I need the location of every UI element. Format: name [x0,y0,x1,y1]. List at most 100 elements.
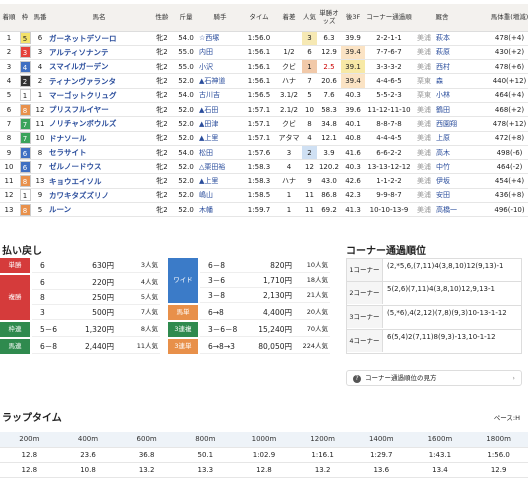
popularity: 11 [302,188,317,204]
win-odds: 43.0 [317,173,341,189]
horse-number: 7 [32,159,48,175]
horse-number: 5 [32,202,48,218]
corner-order: 4-4-4-5 [365,131,413,146]
rank: 6 [0,102,18,118]
payout-type-badge: 3連単 [168,339,198,354]
last-3f: 39.4 [341,73,365,89]
payout-combo: 3 [40,308,45,317]
trainer-link[interactable]: 小林 [436,91,450,99]
stable-area: 栗東 [413,73,435,89]
trainer-cell: 中竹 [435,159,471,175]
jockey-link[interactable]: ▲田津 [199,120,218,128]
jockey-link[interactable]: 木幡 [199,206,213,214]
trainer-link[interactable]: 森 [436,77,443,85]
trainer-link[interactable]: 萩原 [436,48,450,56]
carried-weight: 52.0 [174,159,198,175]
waku-badge: 4 [18,59,32,75]
corner-order: 7-7-6-7 [365,45,413,61]
trainer-cell: 西村 [435,59,471,75]
jockey-link[interactable]: ▲石田 [199,106,218,114]
margin: クビ [276,116,302,132]
horse-name-link[interactable]: ノリチャンボウルズ [49,119,116,128]
horse-name-link[interactable]: ゼルノードウス [49,162,102,171]
trainer-link[interactable]: 鶴田 [436,106,450,114]
popularity: 11 [302,202,317,218]
trainer-link[interactable]: 西村 [436,63,450,71]
corner-help-text: コーナー通過順位の見方 [365,374,437,382]
results-table: 着順 枠 馬番 馬名 性齢 斤量 騎手 タイム 着差 人気 単勝オッズ 後3F … [0,4,528,218]
header-corner: コーナー通過順 [365,4,413,32]
horse-name-link[interactable]: カワキタズズリノ [49,191,109,200]
body-weight: 464(+4) [471,88,528,103]
lap-split: 12.9 [469,462,528,478]
sex-age: 牝2 [150,173,174,189]
payout-type-badge: 馬単 [168,305,198,320]
trainer-link[interactable]: 高木 [436,149,450,157]
trainer-link[interactable]: 上原 [436,134,450,142]
corner-order: 9-9-8-7 [365,188,413,204]
horse-name-link[interactable]: ガーネットデソーロ [49,34,117,43]
horse-number: 4 [32,59,48,75]
lap-cumulative: 12.8 [0,447,59,463]
laps-split-row: 12.8 10.8 13.2 13.3 12.8 13.2 13.6 13.4 12.9 [0,462,528,478]
jockey-link[interactable]: ▲上里 [199,134,218,142]
waku-badge: 6 [18,159,32,175]
trainer-cell: 萩原 [435,45,471,61]
jockey-link[interactable]: ☆西塚 [199,34,219,42]
jockey-link[interactable]: 嶋山 [199,191,213,199]
horse-name-cell: ガーネットデソーロ [48,31,150,46]
waku-badge: 1 [18,188,32,204]
sex-age: 牝2 [150,188,174,204]
jockey-cell: 松田 [198,145,242,161]
corner-order-text: (2,*5,6,(7,11)4(3,8,10)12(9,13)-1 [387,262,504,270]
jockey-link[interactable]: 小沢 [199,63,213,71]
jockey-link[interactable]: 松田 [199,149,213,157]
header-waku: 枠 [18,4,32,32]
jockey-link[interactable]: △栗田裕 [199,163,225,171]
carried-weight: 52.0 [174,102,198,118]
jockey-cell: △栗田裕 [198,159,242,175]
horse-name-link[interactable]: ティナンヴァランタ [49,77,116,86]
sex-age: 牝2 [150,145,174,161]
payout-popularity: 11人気 [136,342,158,350]
horse-name-link[interactable]: プリスフルイヤー [49,105,109,114]
lap-split: 12.8 [0,462,59,478]
horse-name-link[interactable]: ルーン [49,205,71,214]
finish-time: 1:56.1 [242,59,276,75]
horse-name-link[interactable]: アルティソナンテ [49,48,108,57]
margin: ハナ [276,73,302,89]
carried-weight: 55.0 [174,45,198,61]
horse-name-cell: ゼルノードウス [48,159,150,175]
payout-line: 3－6 1,710円 18人気 [200,273,330,288]
jockey-link[interactable]: ▲石神道 [199,77,225,85]
popularity: 3 [302,31,317,46]
last-3f: 39.6 [341,102,365,118]
trainer-cell: 小林 [435,88,471,103]
horse-name-link[interactable]: セラサイト [49,148,87,157]
horse-name-link[interactable]: スマイルガーデン [49,62,109,71]
trainer-link[interactable]: 西園翔 [436,120,457,128]
payout-popularity: 20人気 [306,308,328,316]
horse-name-link[interactable]: マーゴットクリュグ [49,91,117,100]
trainer-link[interactable]: 安田 [436,191,450,199]
jockey-link[interactable]: ▲上里 [199,177,218,185]
body-weight: 464(-2) [471,159,528,175]
payout-combo: 5－6 [40,325,58,334]
horse-name-link[interactable]: ドナソール [49,134,87,143]
horse-name-cell: キョウエイソル [48,173,150,189]
horse-name-link[interactable]: キョウエイソル [49,177,102,186]
jockey-cell: 嶋山 [198,188,242,204]
laps-title: ラップタイム [2,413,62,424]
carried-weight: 52.0 [174,116,198,132]
trainer-link[interactable]: 伊坂 [436,177,450,185]
trainer-link[interactable]: 高橋一 [436,206,457,214]
jockey-link[interactable]: 古川吉 [199,91,220,99]
corner-help-link[interactable]: ? コーナー通過順位の見方 › [346,370,522,386]
payout-combo: 6→8 [208,308,224,317]
rank: 3 [0,59,18,75]
trainer-link[interactable]: 萩本 [436,34,450,42]
lap-distance: 400m [58,432,118,448]
last-3f: 39.4 [341,45,365,61]
trainer-link[interactable]: 中竹 [436,163,450,171]
jockey-link[interactable]: 内田 [199,48,213,56]
